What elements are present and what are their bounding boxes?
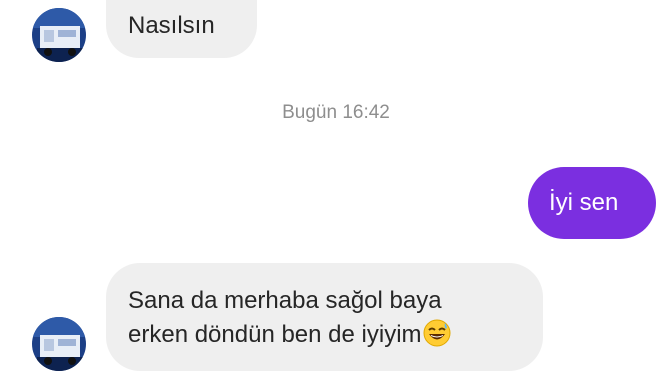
incoming-message-bubble[interactable]: Nasılsın [106,0,257,58]
message-text: İyi sen [549,189,619,216]
message-text: Nasılsın [128,12,215,39]
contact-avatar[interactable] [32,317,86,371]
contact-avatar-icon [32,8,86,62]
message-text-line-content: erken döndün ben de iyiyim [128,321,422,348]
message-text-line: erken döndün ben de iyiyim [128,317,451,358]
contact-avatar[interactable] [32,8,86,62]
timestamp: Bugün 16:42 [282,102,390,123]
contact-avatar-icon [32,317,86,371]
chat-thread: Nasılsın Bugün 16:42 İyi sen Sana da mer… [0,0,672,378]
message-text-line: Sana da merhaba sağol baya [128,287,442,314]
outgoing-message-bubble[interactable]: İyi sen [528,167,656,239]
incoming-message-bubble[interactable]: Sana da merhaba sağol baya erken döndün … [106,263,543,371]
laughing-face-with-sweat-icon [423,319,451,358]
